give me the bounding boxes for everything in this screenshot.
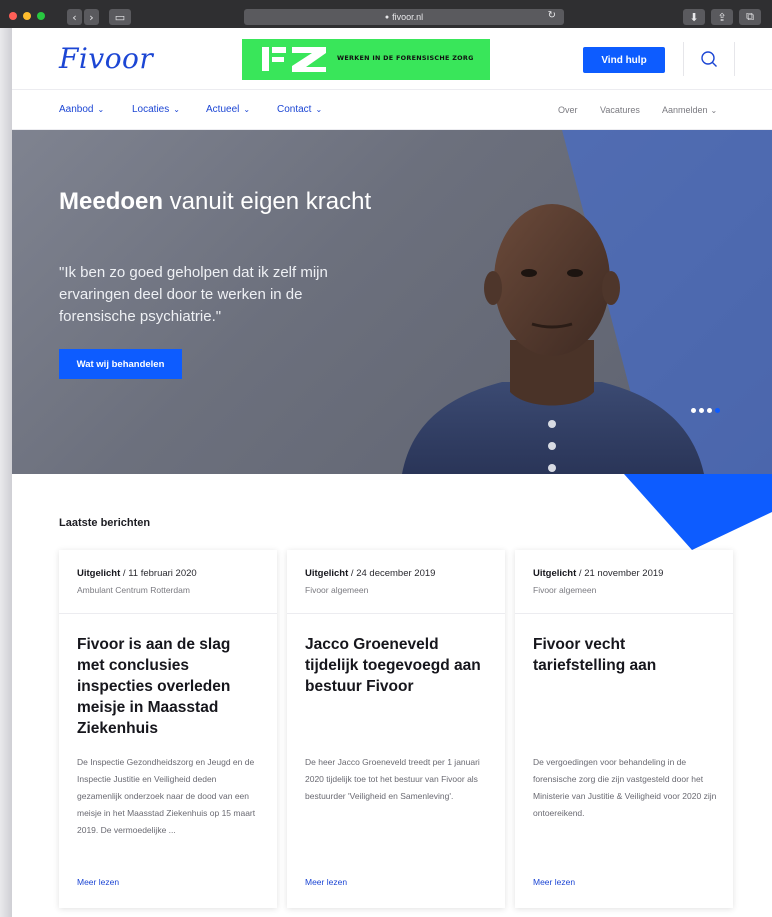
share-button[interactable]: ⇪ (711, 9, 733, 25)
chevron-down-icon: ⌄ (710, 105, 718, 115)
chevron-down-icon: ⌄ (315, 105, 323, 114)
card-title[interactable]: Jacco Groeneveld tijdelijk toegevoegd aa… (287, 634, 505, 697)
hero-quote: "Ik ben zo goed geholpen dat ik zelf mij… (59, 264, 328, 325)
card-date: Uitgelicht / 21 november 2019 (533, 568, 715, 579)
hero-title: Meedoen vanuit eigen kracht (59, 185, 379, 218)
card-date: Uitgelicht / 11 februari 2020 (77, 568, 259, 579)
card-date: Uitgelicht / 24 december 2019 (305, 568, 487, 579)
carousel-indicators (691, 408, 720, 413)
find-help-button[interactable]: Vind hulp (583, 47, 665, 73)
decorative-blue-triangle (624, 474, 772, 550)
card-category: Ambulant Centrum Rotterdam (77, 585, 190, 595)
window-edge (0, 28, 12, 917)
nav-item-contact[interactable]: Contact ⌄ (277, 104, 322, 115)
nav-label: Over (558, 105, 578, 115)
hero-banner: Meedoen vanuit eigen kracht "Ik ben zo g… (12, 130, 772, 474)
back-button[interactable]: ‹ (67, 9, 82, 25)
nav-item-locaties[interactable]: Locaties ⌄ (132, 104, 180, 115)
card-tag: Uitgelicht (533, 568, 577, 579)
chevron-down-icon: ⌄ (243, 105, 251, 114)
read-more-link[interactable]: Meer lezen (305, 877, 347, 887)
what-we-treat-button[interactable]: Wat wij behandelen (59, 349, 182, 379)
hero-title-rest: vanuit eigen kracht (163, 188, 372, 215)
news-card[interactable]: Uitgelicht / 21 november 2019 Fivoor alg… (515, 550, 733, 908)
header-divider (683, 42, 684, 76)
nav-label: Vacatures (600, 105, 640, 115)
chevron-down-icon: ⌄ (173, 105, 180, 114)
tabs-button[interactable]: ⧉ (739, 9, 761, 25)
forward-button[interactable]: › (84, 9, 99, 25)
card-excerpt: De heer Jacco Groeneveld treedt per 1 ja… (305, 757, 480, 801)
maximize-window-button[interactable] (37, 12, 45, 20)
read-more-link[interactable]: Meer lezen (533, 877, 575, 887)
card-date-text: / 24 december 2019 (348, 568, 436, 579)
card-meta: Uitgelicht / 11 februari 2020 Ambulant C… (59, 550, 277, 614)
read-more-link[interactable]: Meer lezen (77, 877, 119, 887)
nav-item-aanbod[interactable]: Aanbod ⌄ (59, 104, 104, 115)
nav-item-actueel[interactable]: Actueel ⌄ (206, 104, 250, 115)
address-bar[interactable]: ● fivoor.nl ↻ (244, 9, 564, 25)
minimize-window-button[interactable] (23, 12, 31, 20)
card-date-text: / 21 november 2019 (576, 568, 664, 579)
nav-label: Contact (277, 104, 312, 115)
nav-link-vacatures[interactable]: Vacatures (600, 105, 640, 115)
header-divider-right (734, 42, 735, 76)
card-meta: Uitgelicht / 24 december 2019 Fivoor alg… (287, 550, 505, 614)
nav-label: Locaties (132, 104, 170, 115)
carousel-dot[interactable] (699, 408, 704, 413)
nav-item-aanmelden[interactable]: Aanmelden ⌄ (662, 105, 717, 115)
card-date-text: / 11 februari 2020 (120, 568, 197, 579)
sidebar-toggle-button[interactable]: ▭ (109, 9, 131, 25)
download-button[interactable]: ⬇ (683, 9, 705, 25)
card-tag: Uitgelicht (77, 568, 121, 579)
card-title[interactable]: Fivoor is aan de slag met conclusies ins… (59, 634, 277, 739)
lock-icon: ● (384, 13, 390, 21)
site-header: Fivoor WERKEN IN DE FORENSISCHE ZORG Vin… (12, 28, 772, 90)
card-excerpt: De vergoedingen voor behandeling in de f… (533, 757, 717, 818)
carousel-dot[interactable] (707, 408, 712, 413)
carousel-dot[interactable] (691, 408, 696, 413)
nav-label: Aanbod (59, 104, 94, 115)
card-tag: Uitgelicht (305, 568, 349, 579)
close-window-button[interactable] (9, 12, 17, 20)
card-meta: Uitgelicht / 21 november 2019 Fivoor alg… (515, 550, 733, 614)
card-excerpt: De Inspectie Gezondheidszorg en Jeugd en… (77, 757, 256, 835)
card-category: Fivoor algemeen (305, 585, 369, 595)
nav-label: Actueel (206, 104, 240, 115)
news-card[interactable]: Uitgelicht / 11 februari 2020 Ambulant C… (59, 550, 277, 908)
card-category: Fivoor algemeen (533, 585, 597, 595)
main-navigation: Aanbod ⌄ Locaties ⌄ Actueel ⌄ Contact ⌄ … (12, 90, 772, 130)
latest-posts-heading: Laatste berichten (59, 517, 151, 529)
news-card[interactable]: Uitgelicht / 24 december 2019 Fivoor alg… (287, 550, 505, 908)
hero-person-image (402, 204, 704, 474)
address-url: fivoor.nl (392, 12, 424, 22)
carousel-dot-active[interactable] (715, 408, 720, 413)
card-title[interactable]: Fivoor vecht tariefstelling aan (515, 634, 733, 676)
browser-toolbar: ‹ › ▭ ● fivoor.nl ↻ ⬇ ⇪ ⧉ (0, 0, 772, 28)
hero-title-bold: Meedoen (59, 188, 164, 215)
chevron-down-icon: ⌄ (97, 105, 105, 114)
search-icon[interactable] (700, 50, 718, 68)
nav-label: Aanmelden (662, 105, 708, 115)
web-page: Fivoor WERKEN IN DE FORENSISCHE ZORG Vin… (12, 28, 772, 917)
fz-logo-icon (262, 47, 326, 72)
recruitment-banner[interactable]: WERKEN IN DE FORENSISCHE ZORG (242, 39, 490, 80)
nav-link-over[interactable]: Over (558, 105, 578, 115)
banner-text: WERKEN IN DE FORENSISCHE ZORG (337, 54, 474, 62)
reload-button[interactable]: ↻ (548, 10, 556, 21)
fivoor-logo[interactable]: Fivoor (59, 42, 153, 75)
